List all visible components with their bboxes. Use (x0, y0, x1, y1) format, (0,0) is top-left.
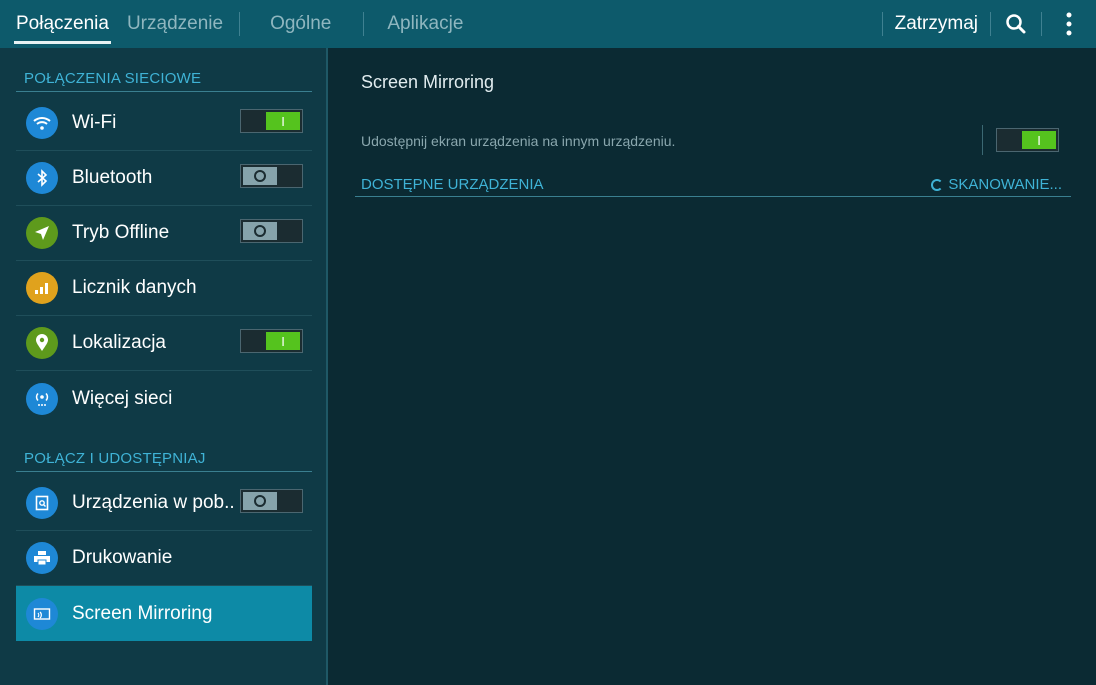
tab-label: Urządzenie (126, 13, 224, 34)
bluetooth-icon (26, 162, 58, 194)
sidebar-item-screen-mirroring[interactable]: Screen Mirroring (16, 586, 312, 641)
printer-icon (26, 542, 58, 574)
section-header-network: POŁĄCZENIA SIECIOWE (16, 70, 312, 92)
screen-mirroring-description: Udostępnij ekran urządzenia na innym urz… (361, 133, 676, 149)
nearby-devices-icon (26, 487, 58, 519)
sidebar-item-printing[interactable]: Drukowanie (16, 531, 312, 586)
airplane-icon (26, 217, 58, 249)
scanning-label: SKANOWANIE... (948, 176, 1062, 193)
toggle-on-knob: I (1022, 131, 1056, 149)
toggle-off-knob (243, 222, 277, 240)
location-toggle[interactable]: I (240, 329, 303, 353)
tab-aplikacje[interactable]: Aplikacje (387, 0, 463, 48)
tab-urzadzenie[interactable]: Urządzenie (127, 0, 223, 48)
data-usage-icon (26, 272, 58, 304)
sidebar-item-label: Licznik danych (72, 277, 197, 298)
scanning-status[interactable]: SKANOWANIE... (931, 176, 1062, 193)
sidebar-item-label: Drukowanie (72, 547, 173, 568)
detail-panel: Screen Mirroring Udostępnij ekran urządz… (330, 48, 1096, 685)
search-icon[interactable] (991, 0, 1041, 48)
available-devices-header: DOSTĘPNE URZĄDZENIA (361, 176, 544, 193)
tab-divider (239, 12, 241, 36)
sidebar-item-label: Bluetooth (72, 167, 153, 188)
action-bar: Zatrzymaj (881, 0, 1096, 48)
sidebar-item-location[interactable]: Lokalizacja I (16, 316, 312, 371)
sidebar-item-label: Lokalizacja (72, 332, 166, 353)
tab-label: Połączenia (16, 13, 109, 34)
screen-mirroring-toggle[interactable]: I (996, 128, 1059, 152)
bluetooth-toggle[interactable] (240, 164, 303, 188)
sidebar-item-nearby-devices[interactable]: Urządzenia w pob.. (16, 476, 312, 531)
wifi-icon (26, 107, 58, 139)
stop-button[interactable]: Zatrzymaj (883, 13, 990, 35)
section-header-connect-share: POŁĄCZ I UDOSTĘPNIAJ (16, 450, 312, 472)
scanning-spinner-icon (931, 178, 944, 191)
tab-label: Ogólne (270, 13, 332, 34)
tab-polaczenia[interactable]: Połączenia (14, 0, 111, 48)
tab-divider (363, 12, 365, 36)
sidebar-item-bluetooth[interactable]: Bluetooth (16, 151, 312, 206)
sidebar-item-data-usage[interactable]: Licznik danych (16, 261, 312, 316)
sidebar-item-label: Tryb Offline (72, 222, 170, 243)
more-networks-icon (26, 382, 58, 415)
toggle-off-knob (243, 492, 277, 510)
sidebar-item-offline[interactable]: Tryb Offline (16, 206, 312, 261)
offline-toggle[interactable] (240, 219, 303, 243)
toggle-off-knob (243, 167, 277, 185)
sidebar-item-label: Urządzenia w pob.. (72, 492, 235, 513)
sidebar-item-more-networks[interactable]: Więcej sieci (16, 371, 312, 426)
sidebar-item-label: Screen Mirroring (72, 602, 213, 624)
wifi-toggle[interactable]: I (240, 109, 303, 133)
location-icon (26, 327, 58, 359)
overflow-menu-icon[interactable] (1042, 0, 1096, 48)
screen-mirroring-icon (26, 597, 58, 630)
section-divider (355, 196, 1071, 197)
sidebar-item-wifi[interactable]: Wi-Fi I (16, 96, 312, 151)
top-tab-bar: Połączenia Urządzenie Ogólne Aplikacje Z… (0, 0, 1096, 48)
nearby-devices-toggle[interactable] (240, 489, 303, 513)
tab-label: Aplikacje (387, 13, 464, 34)
toggle-on-knob: I (266, 112, 300, 130)
sidebar-item-label: Wi-Fi (72, 112, 117, 133)
sidebar-item-label: Więcej sieci (72, 387, 173, 409)
toggle-on-knob: I (266, 332, 300, 350)
toggle-divider (982, 125, 983, 155)
page-title: Screen Mirroring (361, 72, 495, 92)
settings-sidebar: POŁĄCZENIA SIECIOWE Wi-Fi I Bluetooth Tr… (0, 48, 328, 685)
tab-ogolne[interactable]: Ogólne (270, 0, 331, 48)
